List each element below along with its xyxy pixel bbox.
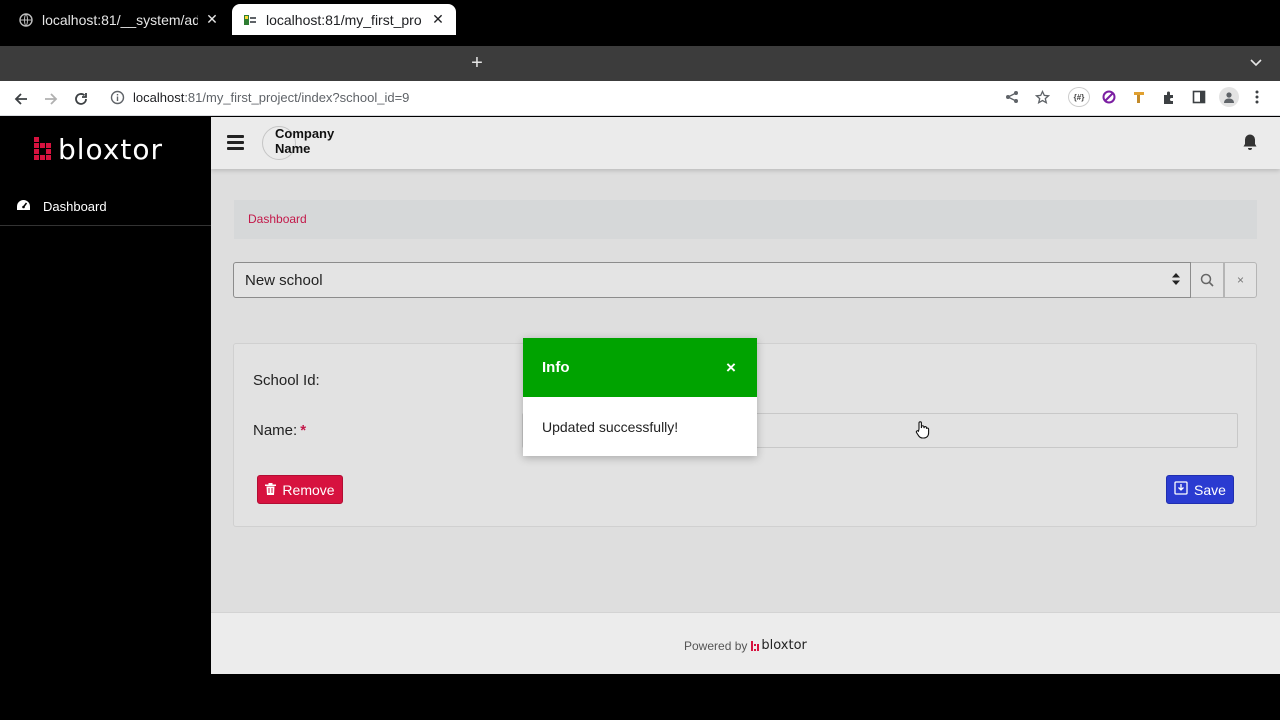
profile-avatar-icon[interactable] (1219, 87, 1239, 107)
footer-brand-link[interactable]: bloxtor (751, 638, 807, 653)
search-button[interactable] (1191, 262, 1224, 298)
sidebar-item-label: Dashboard (43, 199, 107, 214)
notification-bell-icon[interactable] (1242, 133, 1258, 156)
company-logo[interactable]: Company Name (262, 124, 334, 162)
company-name: Company Name (275, 126, 334, 156)
save-button-label: Save (1194, 481, 1226, 498)
trash-icon (265, 482, 277, 498)
company-line2: Name (275, 141, 311, 156)
school-select-row: New school × (233, 262, 1257, 298)
required-mark: * (300, 422, 307, 439)
browser-tab-system[interactable]: localhost:81/__system/ad ✕ (8, 4, 230, 35)
footer-credit: Powered by bloxtor (684, 638, 807, 653)
browser-toolbar: localhost:81/my_first_project/index?scho… (0, 81, 1280, 116)
sidebar-item-dashboard[interactable]: Dashboard (0, 188, 211, 226)
remove-button[interactable]: Remove (257, 475, 343, 504)
bloxtor-logo[interactable]: bloxtor (34, 132, 163, 166)
browser-tabstrip (0, 46, 1280, 81)
back-arrow-icon[interactable] (10, 88, 32, 110)
dashboard-gauge-icon (16, 199, 31, 215)
company-line1: Company (275, 126, 335, 141)
save-button[interactable]: Save (1166, 475, 1234, 504)
hand-cursor-icon (913, 420, 931, 444)
json-extension-icon[interactable]: {#} (1068, 87, 1090, 107)
school-select[interactable]: New school (233, 262, 1191, 298)
bloxtor-logo-icon (34, 137, 51, 160)
side-panel-icon[interactable] (1189, 87, 1209, 107)
top-bar (211, 117, 1280, 169)
reload-icon[interactable] (70, 88, 92, 110)
toast-message: Updated successfully! (542, 419, 679, 435)
screen: { "browser": { "tabs": [ {"title": "loca… (0, 0, 1280, 720)
share-icon[interactable] (1002, 87, 1022, 107)
tab-title: localhost:81/__system/ad (42, 11, 198, 28)
tab-title: localhost:81/my_first_pro (266, 11, 422, 28)
toast-header: Info × (523, 338, 757, 397)
breadcrumb-dashboard-link[interactable]: Dashboard (248, 212, 307, 226)
extensions-puzzle-icon[interactable] (1159, 87, 1179, 107)
forward-arrow-icon[interactable] (40, 88, 62, 110)
color-extension-icon[interactable] (1129, 87, 1149, 107)
remove-button-label: Remove (282, 481, 335, 498)
school-select-value: New school (245, 272, 323, 289)
toast-close-icon[interactable]: × (723, 358, 739, 378)
block-extension-icon[interactable] (1099, 87, 1119, 107)
search-icon (1200, 273, 1214, 287)
name-label: Name: * (253, 422, 306, 439)
tab-search-icon[interactable] (1250, 56, 1262, 70)
name-label-text: Name: (253, 422, 298, 439)
tab-close-icon[interactable]: ✕ (204, 11, 220, 28)
url-text: localhost:81/my_first_project/index?scho… (133, 90, 409, 105)
school-id-label: School Id: (253, 372, 320, 389)
footer-prefix: Powered by (684, 638, 748, 653)
info-toast: Info × Updated successfully! (523, 338, 757, 456)
browser-menu-icon[interactable] (1247, 87, 1267, 107)
browser-tab-project[interactable]: localhost:81/my_first_pro ✕ (232, 4, 456, 35)
brand-name: bloxtor (58, 132, 164, 166)
new-tab-button[interactable]: + (466, 52, 488, 74)
site-info-icon[interactable] (110, 90, 125, 110)
footer-logo-icon (751, 640, 760, 651)
url-host: localhost (133, 90, 185, 105)
page-favicon-icon (242, 12, 258, 28)
breadcrumb: Dashboard (234, 200, 1257, 239)
clear-button[interactable]: × (1224, 262, 1257, 298)
tab-close-icon[interactable]: ✕ (430, 11, 446, 28)
save-download-icon (1174, 481, 1188, 498)
footer-brand-name: bloxtor (761, 638, 807, 653)
hamburger-menu-icon[interactable] (227, 135, 244, 150)
toast-title: Info (542, 359, 570, 376)
select-caret-icon (1172, 273, 1180, 286)
bookmark-star-icon[interactable] (1032, 87, 1052, 107)
globe-icon (18, 12, 34, 28)
url-path: :81/my_first_project/index?school_id=9 (184, 90, 410, 105)
